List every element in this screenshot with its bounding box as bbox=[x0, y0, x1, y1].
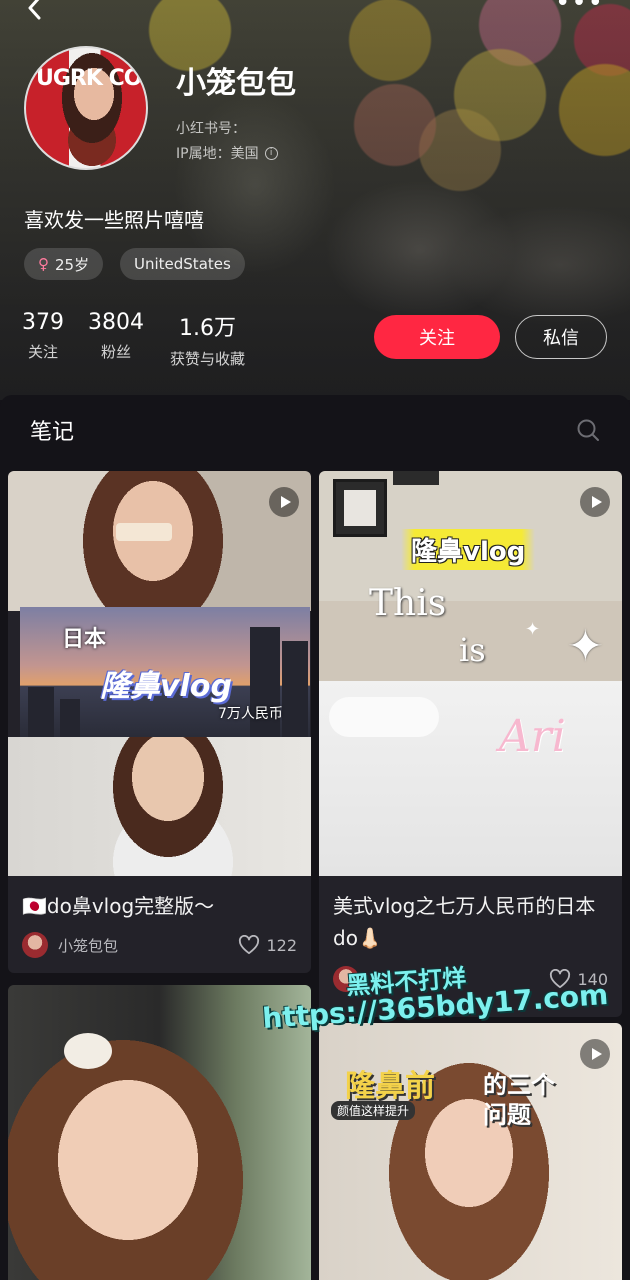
note-card[interactable]: 日本 隆鼻vlog 7万人民币 🇯🇵do鼻vlog完整版～ 小笼包包 122 bbox=[8, 471, 311, 973]
note-meta: 小笼包包 122 bbox=[8, 922, 311, 958]
search-icon[interactable] bbox=[576, 418, 600, 442]
cover-text: 7万人民币 bbox=[218, 706, 283, 722]
bio: 喜欢发一些照片嘻嘻 bbox=[24, 208, 204, 232]
avatar-logo-text: UGRK CO bbox=[36, 66, 142, 91]
age-tag: ♀ 25岁 bbox=[24, 248, 104, 280]
profile-header: ••• UGRK CO 小笼包包 小红书号： IP属地：美国 i 喜欢发一些照片… bbox=[0, 0, 630, 400]
message-button[interactable]: 私信 bbox=[515, 315, 607, 359]
back-arrow-icon[interactable] bbox=[20, 0, 50, 24]
cover-text: 颜值这样提升 bbox=[331, 1101, 416, 1120]
play-icon bbox=[269, 487, 299, 517]
following-count: 379 bbox=[22, 310, 64, 335]
stat-following[interactable]: 379 关注 bbox=[22, 310, 64, 362]
tab-notes[interactable]: 笔记 bbox=[30, 414, 74, 446]
heart-icon bbox=[239, 935, 260, 955]
info-icon[interactable]: i bbox=[264, 146, 278, 160]
rednote-id[interactable]: 小红书号： bbox=[176, 118, 246, 138]
cover-text: 日本 bbox=[62, 627, 107, 652]
stat-followers[interactable]: 3804 粉丝 bbox=[88, 310, 144, 362]
cover-photo-hairclip bbox=[64, 1033, 112, 1069]
cover-text: 问题 bbox=[483, 1101, 531, 1129]
ip-location-text: IP属地：美国 bbox=[176, 146, 259, 162]
location-text: UnitedStates bbox=[134, 255, 231, 273]
location-tag: UnitedStates bbox=[120, 248, 245, 280]
cover-photo-frame bbox=[333, 479, 387, 537]
likes-label: 获赞与收藏 bbox=[170, 350, 246, 368]
ip-location: IP属地：美国 i bbox=[176, 143, 278, 163]
cover-text: This bbox=[369, 583, 447, 624]
cover-photo-bed bbox=[319, 681, 622, 876]
note-title[interactable]: 🇯🇵do鼻vlog完整版～ bbox=[8, 876, 311, 922]
cover-text: 隆鼻vlog bbox=[100, 669, 232, 704]
notes-header: 笔记 bbox=[0, 395, 630, 465]
avatar[interactable]: UGRK CO bbox=[24, 46, 148, 170]
note-cover[interactable]: 隆鼻vlog This is Ari ✦ ✦ bbox=[319, 471, 622, 876]
stat-likes[interactable]: 1.6万 获赞与收藏 bbox=[170, 310, 245, 369]
note-title[interactable]: 美式vlog之七万人民币的日本do👃🏻 bbox=[319, 876, 622, 954]
play-icon bbox=[580, 1039, 610, 1069]
age-text: 25岁 bbox=[55, 255, 90, 274]
note-card[interactable]: 隆鼻前 的三个 问题 颜值这样提升 bbox=[319, 1023, 622, 1280]
followers-label: 粉丝 bbox=[100, 343, 131, 361]
cover-text: 隆鼻vlog bbox=[401, 529, 536, 570]
cover-text: is bbox=[459, 631, 486, 669]
note-cover[interactable]: 隆鼻前 的三个 问题 颜值这样提升 bbox=[319, 1023, 622, 1280]
like-count: 122 bbox=[266, 935, 297, 955]
cover-photo-top bbox=[8, 471, 311, 611]
notes-panel: 笔记 日本 隆鼻vlog 7万人民币 🇯🇵do鼻vlog完整版～ 小笼包包 12… bbox=[0, 395, 630, 1280]
note-cover[interactable]: 日本 隆鼻vlog 7万人民币 bbox=[8, 471, 311, 876]
female-icon: ♀ bbox=[38, 255, 49, 273]
username: 小笼包包 bbox=[176, 66, 296, 101]
note-author[interactable]: 小笼包包 bbox=[22, 932, 118, 958]
following-label: 关注 bbox=[27, 343, 58, 361]
cover-text: 隆鼻前 bbox=[345, 1069, 435, 1104]
cover-text: Ari bbox=[499, 711, 566, 762]
sparkle-icon: ✦ bbox=[525, 619, 541, 640]
follow-button[interactable]: 关注 bbox=[374, 315, 500, 359]
followers-count: 3804 bbox=[88, 310, 144, 335]
author-avatar bbox=[22, 932, 48, 958]
cover-photo-frame bbox=[393, 471, 439, 485]
author-name: 小笼包包 bbox=[58, 936, 119, 955]
sparkle-icon: ✦ bbox=[567, 621, 604, 672]
more-icon[interactable]: ••• bbox=[555, 0, 604, 18]
like-button[interactable]: 122 bbox=[238, 935, 297, 955]
note-card[interactable]: 隆鼻vlog This is Ari ✦ ✦ 美式vlog之七万人民币的日本do… bbox=[319, 471, 622, 1017]
likes-count: 1.6万 bbox=[179, 316, 236, 341]
cover-photo-bottom bbox=[8, 737, 311, 876]
play-icon bbox=[580, 487, 610, 517]
